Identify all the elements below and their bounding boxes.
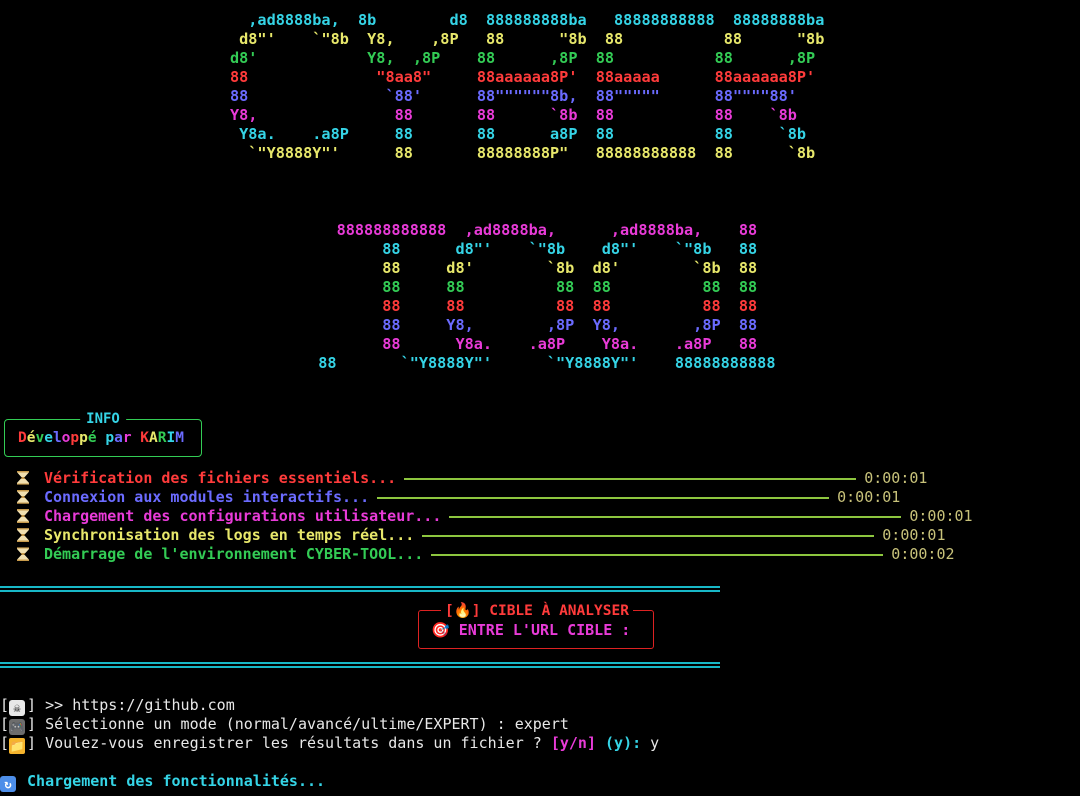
tool-ascii-line: 88 88 88 88 88 88 <box>300 297 758 315</box>
save-default: (y): <box>605 734 642 752</box>
top-separator <box>0 586 720 592</box>
credit-char: p <box>105 430 115 446</box>
save-value[interactable]: y <box>641 734 659 752</box>
target-panel: [🔥] CIBLE À ANALYSER 🎯 ENTRE L'URL CIBLE… <box>418 602 654 649</box>
tool-ascii-line: 88 `"Y8888Y"' `"Y8888Y"' 88888888888 <box>300 354 776 372</box>
task-row: Chargement des configurations utilisateu… <box>16 506 1076 525</box>
task-progress-bar <box>449 515 902 518</box>
hourglass-icon <box>16 489 30 505</box>
task-time: 0:00:01 <box>837 487 901 506</box>
save-prompt: ] Voulez-vous enregistrer les résultats … <box>27 734 551 752</box>
task-label: Vérification des fichiers essentiels... <box>44 468 397 487</box>
credit-char: a <box>114 430 123 446</box>
tool-ascii-banner: 888888888888 ,ad8888ba, ,ad8888ba, 88 88… <box>300 221 775 373</box>
credit-char: v <box>35 430 45 446</box>
task-label: Chargement des configurations utilisateu… <box>44 506 442 525</box>
task-progress-bar <box>431 554 884 557</box>
task-progress-bar <box>377 496 830 499</box>
cyber-ascii-banner: ,ad8888ba, 8b d8 888888888ba 88888888888… <box>230 11 824 163</box>
folder-icon: 📁 <box>9 738 26 754</box>
task-time: 0:00:01 <box>882 526 946 545</box>
mode-input-line[interactable]: [🎮] Sélectionne un mode (normal/avancé/u… <box>0 715 569 735</box>
developer-credit: Développé par KARIM <box>18 430 184 446</box>
url-input-line[interactable]: [☠] >> https://github.com <box>0 696 235 716</box>
task-label: Connexion aux modules interactifs... <box>44 487 370 506</box>
task-time: 0:00:01 <box>864 468 928 487</box>
tool-ascii-line: 88 Y8, ,8P Y8, ,8P 88 <box>300 316 758 334</box>
credit-char: I <box>166 430 176 446</box>
task-row: Démarrage de l'environnement CYBER-TOOL.… <box>16 545 1076 564</box>
task-time: 0:00:02 <box>891 545 955 564</box>
info-title: INFO <box>80 412 126 427</box>
credit-char: M <box>175 430 184 446</box>
cyber-ascii-line: Y8, 88 88 `8b 88 88 `8b <box>230 106 797 124</box>
loading-text: Chargement des fonctionnalités... <box>18 772 326 790</box>
loading-line: ↻ Chargement des fonctionnalités... <box>0 772 325 792</box>
task-time: 0:00:01 <box>909 506 973 525</box>
tool-ascii-line: 88 d8"' `"8b d8"' `"8b 88 <box>300 240 758 258</box>
hourglass-icon <box>16 508 30 524</box>
cyber-ascii-line: Y8a. .a8P 88 88 a8P 88 88 `8b <box>230 125 807 143</box>
cyber-ascii-line: d8' Y8, ,8P 88 ,8P 88 88 ,8P <box>230 49 816 67</box>
target-url-value[interactable]: https://github.com <box>72 696 235 714</box>
task-row: Synchronisation des logs en temps réel..… <box>16 526 1076 545</box>
skull-icon: ☠ <box>9 700 26 716</box>
credit-char: é <box>87 430 97 446</box>
mode-value[interactable]: expert <box>515 715 569 733</box>
tool-ascii-line: 88 Y8a. .a8P Y8a. .a8P 88 <box>300 335 758 353</box>
credit-char: r <box>122 430 132 446</box>
bottom-separator <box>0 662 720 668</box>
reload-icon: ↻ <box>0 776 16 792</box>
task-row: Connexion aux modules interactifs... 0:00… <box>16 487 1076 506</box>
tool-ascii-line: 888888888888 ,ad8888ba, ,ad8888ba, 88 <box>300 221 758 239</box>
target-url-prompt: 🎯 ENTRE L'URL CIBLE : <box>431 621 631 639</box>
hourglass-icon <box>16 527 30 543</box>
credit-char: l <box>52 430 62 446</box>
credit-char: D <box>18 430 27 446</box>
target-title: [🔥] CIBLE À ANALYSER <box>441 602 633 619</box>
cyber-ascii-line: 88 `88' 88""""""8b, 88""""" 88""""88' <box>230 87 797 105</box>
credit-char: K <box>140 430 150 446</box>
cyber-ascii-line: d8"' `"8b Y8, ,8P 88 "8b 88 88 "8b <box>230 30 825 48</box>
url-prompt: ] >> <box>27 696 73 714</box>
gamepad-icon: 🎮 <box>9 719 26 735</box>
tool-ascii-line: 88 88 88 88 88 88 <box>300 278 758 296</box>
task-row: Vérification des fichiers essentiels... 0… <box>16 468 1076 487</box>
cyber-ascii-line: `"Y8888Y"' 88 88888888P" 88888888888 88 … <box>230 144 816 162</box>
hourglass-icon <box>16 470 30 486</box>
credit-char: A <box>149 430 158 446</box>
credit-char: p <box>79 430 88 446</box>
info-panel: INFO Développé par KARIM <box>4 412 202 457</box>
save-choices: [y/n] <box>550 734 596 752</box>
task-progress-bar <box>404 477 857 480</box>
credit-char: p <box>70 430 80 446</box>
cyber-ascii-line: 88 "8aa8" 88aaaaaa8P' 88aaaaa 88aaaaaa8P… <box>230 68 816 86</box>
credit-char: e <box>44 430 53 446</box>
credit-char <box>132 430 141 446</box>
mode-prompt: ] Sélectionne un mode (normal/avancé/ult… <box>27 715 515 733</box>
task-label: Synchronisation des logs en temps réel..… <box>44 526 415 545</box>
hourglass-icon <box>16 546 30 562</box>
cyber-ascii-line: ,ad8888ba, 8b d8 888888888ba 88888888888… <box>230 11 825 29</box>
save-input-line[interactable]: [📁] Voulez-vous enregistrer les résultat… <box>0 734 659 754</box>
task-label: Démarrage de l'environnement CYBER-TOOL.… <box>44 545 424 564</box>
loading-task-list: Vérification des fichiers essentiels... 0… <box>16 468 1076 564</box>
tool-ascii-line: 88 d8' `8b d8' `8b 88 <box>300 259 758 277</box>
task-progress-bar <box>422 535 875 538</box>
